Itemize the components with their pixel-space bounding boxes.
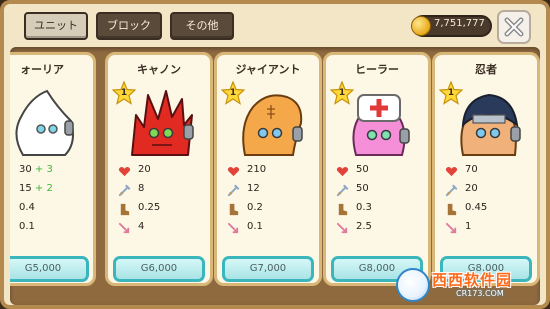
unit-card-giant[interactable]: ジャイアント 1 210 12 0.2 0.1 G7,000 [214,52,322,286]
unit-name: ォーリア [20,63,64,76]
stat-value: 20 [138,164,151,175]
level-star: 1 [330,81,354,105]
unit-shop-panel: ユニット ブロック その他 7,751,777 ォーリア 30 + 3 15 +… [0,0,550,309]
stat-value: 1 [465,221,472,232]
arrow-icon [336,222,348,234]
level-number: 1 [120,88,128,98]
boot-icon [229,203,239,216]
heart-icon [118,167,131,177]
stat-hp: 210 [227,163,317,182]
unit-card-warrior[interactable]: ォーリア 30 + 3 15 + 2 0.4 0.1 G5,000 [10,52,96,286]
stat-speed: 0.3 [336,201,426,220]
stat-value: 30 [19,164,32,175]
unit-card-healer[interactable]: ヒーラー 1 50 50 0.3 2.5 G8,000 [323,52,431,286]
stat-range: 0.1 [227,220,317,239]
stat-value: 50 [356,183,369,194]
arrow-icon [227,222,239,234]
stat-value: 0.3 [356,202,372,213]
stat-speed: 0.25 [118,201,208,220]
unit-stats: 50 50 0.3 2.5 [336,163,426,239]
stat-value: 0.4 [19,202,35,213]
tab-unit[interactable]: ユニット [24,12,88,40]
stat-hp: 30 + 3 [10,163,91,182]
tab-block[interactable]: ブロック [96,12,162,40]
unit-name: キャノン [137,63,181,76]
stat-hp: 20 [118,163,208,182]
stat-attack: 15 + 2 [10,182,91,201]
stat-value: 210 [247,164,267,175]
stat-value: 70 [465,164,478,175]
unit-name: 忍者 [475,63,497,76]
unit-stats: 210 12 0.2 0.1 [227,163,317,239]
stat-attack: 8 [118,182,208,201]
close-icon [504,17,524,37]
level-star: 1 [221,81,245,105]
buy-button[interactable]: G6,000 [113,256,205,282]
stat-value: 0.2 [247,202,263,213]
stat-range: 1 [445,220,535,239]
unit-card-cannon[interactable]: キャノン 1 20 8 0.25 4 G6,000 [105,52,213,286]
sword-icon [336,184,349,197]
stat-speed: 0.2 [227,201,317,220]
stat-attack: 20 [445,182,535,201]
boot-icon [447,203,457,216]
level-number: 1 [338,88,346,98]
unit-card-ninja[interactable]: 忍者 1 70 20 0.45 1 G8,000 [432,52,540,286]
currency-amount: 7,751,777 [434,18,485,29]
watermark-title: 西西软件园 [432,271,513,289]
boot-icon [120,203,130,216]
stat-value: 15 [19,183,32,194]
sword-icon [118,184,131,197]
unit-stats: 70 20 0.45 1 [445,163,535,239]
stat-speed: 0.45 [445,201,535,220]
close-button[interactable] [497,10,531,44]
heart-icon [336,167,349,177]
level-number: 1 [229,88,237,98]
stat-range: 2.5 [336,220,426,239]
buy-button[interactable]: G7,000 [222,256,314,282]
stat-bonus: + 2 [34,183,53,194]
buy-button[interactable]: G5,000 [10,256,89,282]
level-star: 1 [439,81,463,105]
unit-name: ヒーラー [355,63,399,76]
unit-name: ジャイアント [235,63,301,76]
level-star: 1 [112,81,136,105]
stat-value: 0.45 [465,202,488,213]
stat-value: 2.5 [356,221,372,232]
watermark-logo-icon [396,268,430,302]
tab-other[interactable]: その他 [170,12,234,40]
stat-value: 12 [247,183,260,194]
unit-stats: 20 8 0.25 4 [118,163,208,239]
stat-value: 0.25 [138,202,161,213]
boot-icon [338,203,348,216]
stat-value: 50 [356,164,369,175]
stat-hp: 50 [336,163,426,182]
coin-icon [411,16,431,36]
watermark-url: CR173.COM [456,289,504,298]
currency-display: 7,751,777 [411,15,492,37]
level-number: 1 [447,88,455,98]
stat-value: 0.1 [247,221,263,232]
top-bar: ユニット ブロック その他 7,751,777 [4,4,546,48]
arrow-icon [445,222,457,234]
heart-icon [445,167,458,177]
watermark: 西西软件园 CR173.COM [396,266,540,304]
stat-range: 4 [118,220,208,239]
stat-value: 8 [138,183,145,194]
stat-bonus: + 3 [34,164,53,175]
arrow-icon [118,222,130,234]
unit-stats: 30 + 3 15 + 2 0.4 0.1 [10,163,91,239]
heart-icon [227,167,240,177]
sword-icon [227,184,240,197]
stat-range: 0.1 [10,220,91,239]
stat-attack: 12 [227,182,317,201]
warrior-portrait [15,89,74,156]
sword-icon [445,184,458,197]
stat-speed: 0.4 [10,201,91,220]
stat-attack: 50 [336,182,426,201]
stat-value: 4 [138,221,145,232]
stat-hp: 70 [445,163,535,182]
stat-value: 0.1 [19,221,35,232]
stat-value: 20 [465,183,478,194]
